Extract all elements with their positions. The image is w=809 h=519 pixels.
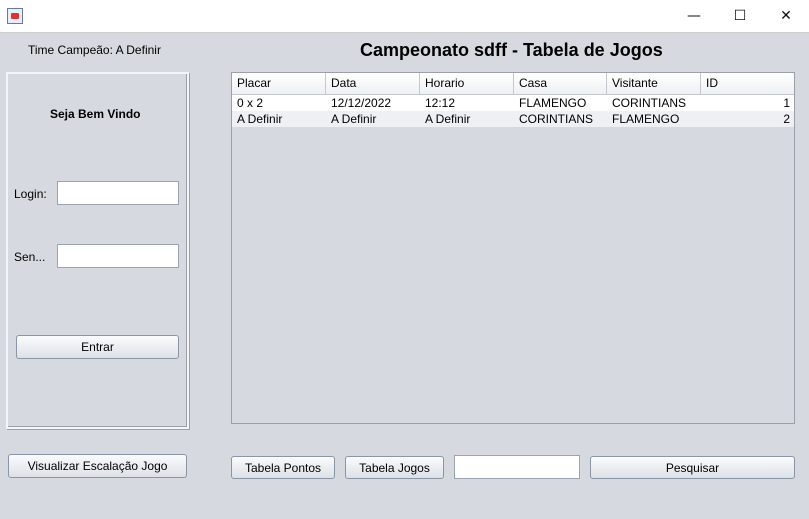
close-button[interactable]: ✕ xyxy=(763,0,809,32)
cell-visitante: FLAMENGO xyxy=(612,112,680,126)
login-field[interactable] xyxy=(57,181,179,205)
column-header-casa[interactable]: Casa xyxy=(514,73,607,94)
games-table[interactable]: Placar Data Horario Casa Visitante ID 0 … xyxy=(231,72,795,424)
table-header: Placar Data Horario Casa Visitante ID xyxy=(232,73,794,95)
column-header-data[interactable]: Data xyxy=(326,73,420,94)
page-title: Campeonato sdff - Tabela de Jogos xyxy=(360,40,663,60)
cell-data: A Definir xyxy=(331,112,377,126)
password-field[interactable] xyxy=(57,244,179,268)
table-row[interactable]: A Definir A Definir A Definir CORINTIANS… xyxy=(232,111,794,127)
games-table-button[interactable]: Tabela Jogos xyxy=(345,456,444,479)
cell-casa: FLAMENGO xyxy=(519,96,587,110)
cell-casa: CORINTIANS xyxy=(519,112,594,126)
cell-id: 1 xyxy=(783,96,790,110)
column-header-horario[interactable]: Horario xyxy=(420,73,514,94)
java-app-icon xyxy=(7,8,23,24)
column-header-visitante[interactable]: Visitante xyxy=(607,73,701,94)
login-label: Login: xyxy=(14,187,47,201)
minimize-button[interactable]: — xyxy=(671,0,717,32)
table-row[interactable]: 0 x 2 12/12/2022 12:12 FLAMENGO CORINTIA… xyxy=(232,95,794,111)
search-button[interactable]: Pesquisar xyxy=(590,456,795,479)
cell-placar: A Definir xyxy=(237,112,283,126)
cell-id: 2 xyxy=(783,112,790,126)
cell-horario: A Definir xyxy=(425,112,471,126)
champion-label: Time Campeão: A Definir xyxy=(28,43,161,57)
column-header-id[interactable]: ID xyxy=(701,73,794,94)
search-input[interactable] xyxy=(454,455,580,479)
maximize-button[interactable]: ☐ xyxy=(717,0,763,32)
points-table-button[interactable]: Tabela Pontos xyxy=(231,456,335,479)
enter-button[interactable]: Entrar xyxy=(16,335,179,359)
welcome-label: Seja Bem Vindo xyxy=(50,107,141,121)
password-label: Sen... xyxy=(14,250,46,264)
column-header-placar[interactable]: Placar xyxy=(232,73,326,94)
view-lineup-button[interactable]: Visualizar Escalação Jogo xyxy=(8,454,187,478)
cell-horario: 12:12 xyxy=(425,96,456,110)
cell-visitante: CORINTIANS xyxy=(612,96,687,110)
cell-placar: 0 x 2 xyxy=(237,96,264,110)
cell-data: 12/12/2022 xyxy=(331,96,392,110)
window-titlebar: — ☐ ✕ xyxy=(0,0,809,33)
